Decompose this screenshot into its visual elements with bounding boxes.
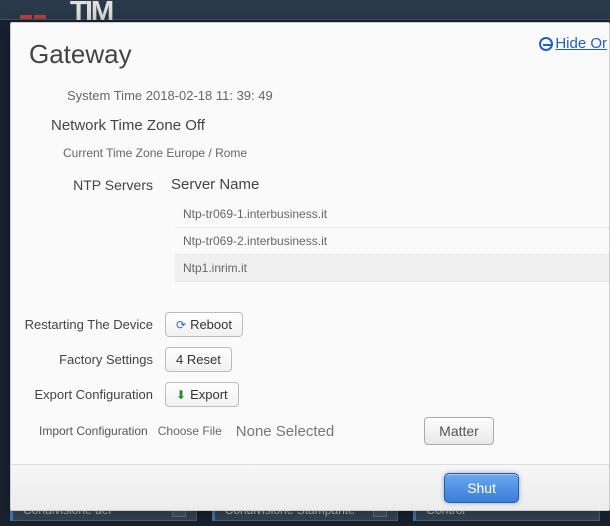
network-timezone-row: Network Time Zone Off — [51, 117, 609, 134]
reset-button-label: 4 Reset — [176, 352, 221, 367]
hide-link-label: Hide Or — [555, 35, 607, 52]
system-time-value: 2018-02-18 11: 39: 49 — [146, 88, 273, 103]
export-row: Export Configuration ⬇ Export — [11, 382, 609, 407]
factory-label: Factory Settings — [11, 352, 165, 367]
matter-button-label: Matter — [439, 423, 479, 439]
factory-row: Factory Settings 4 Reset — [11, 347, 609, 372]
modal-title: Gateway — [11, 23, 609, 88]
ntp-servers-header: NTP Servers Server Name — [11, 176, 609, 193]
server-name-col-header: Server Name — [171, 176, 259, 193]
refresh-icon: ⟳ — [176, 318, 186, 332]
file-selection-status: None Selected — [236, 423, 334, 440]
shut-button-label: Shut — [467, 480, 496, 496]
import-row: Import Configuration Choose File None Se… — [39, 417, 609, 445]
export-config-label: Export Configuration — [11, 387, 165, 402]
modal-footer: Shut — [11, 464, 609, 510]
system-time-row: System Time 2018-02-18 11: 39: 49 — [67, 88, 609, 103]
system-time-label: System Time — [67, 88, 142, 103]
matter-button[interactable]: Matter — [424, 417, 494, 445]
shut-button[interactable]: Shut — [444, 473, 519, 503]
gateway-modal: Hide Or Gateway System Time 2018-02-18 1… — [10, 22, 610, 511]
reboot-button[interactable]: ⟳ Reboot — [165, 312, 243, 337]
ntp-servers-label: NTP Servers — [11, 177, 171, 193]
reboot-button-label: Reboot — [190, 317, 232, 332]
bg-header: TIM — [0, 0, 610, 20]
choose-file-button[interactable]: Choose File — [158, 424, 222, 438]
ntp-server-row: Ntp-tr069-1.interbusiness.it — [175, 201, 609, 228]
minus-circle-icon — [539, 37, 553, 51]
restart-label: Restarting The Device — [11, 317, 165, 332]
current-timezone-value: Europe / Rome — [166, 146, 247, 160]
restart-row: Restarting The Device ⟳ Reboot — [11, 312, 609, 337]
reset-button[interactable]: 4 Reset — [165, 347, 232, 372]
ntp-server-row: Ntp-tr069-2.interbusiness.it — [175, 228, 609, 255]
export-button-label: Export — [190, 387, 228, 402]
ntp-server-row: Ntp1.inrim.it — [175, 255, 609, 282]
hide-link[interactable]: Hide Or — [539, 35, 607, 52]
import-config-label: Import Configuration — [39, 424, 148, 438]
current-timezone-label: Current Time Zone — [63, 146, 163, 160]
export-button[interactable]: ⬇ Export — [165, 382, 239, 407]
current-timezone-row: Current Time Zone Europe / Rome — [63, 146, 609, 160]
download-icon: ⬇ — [176, 388, 186, 402]
